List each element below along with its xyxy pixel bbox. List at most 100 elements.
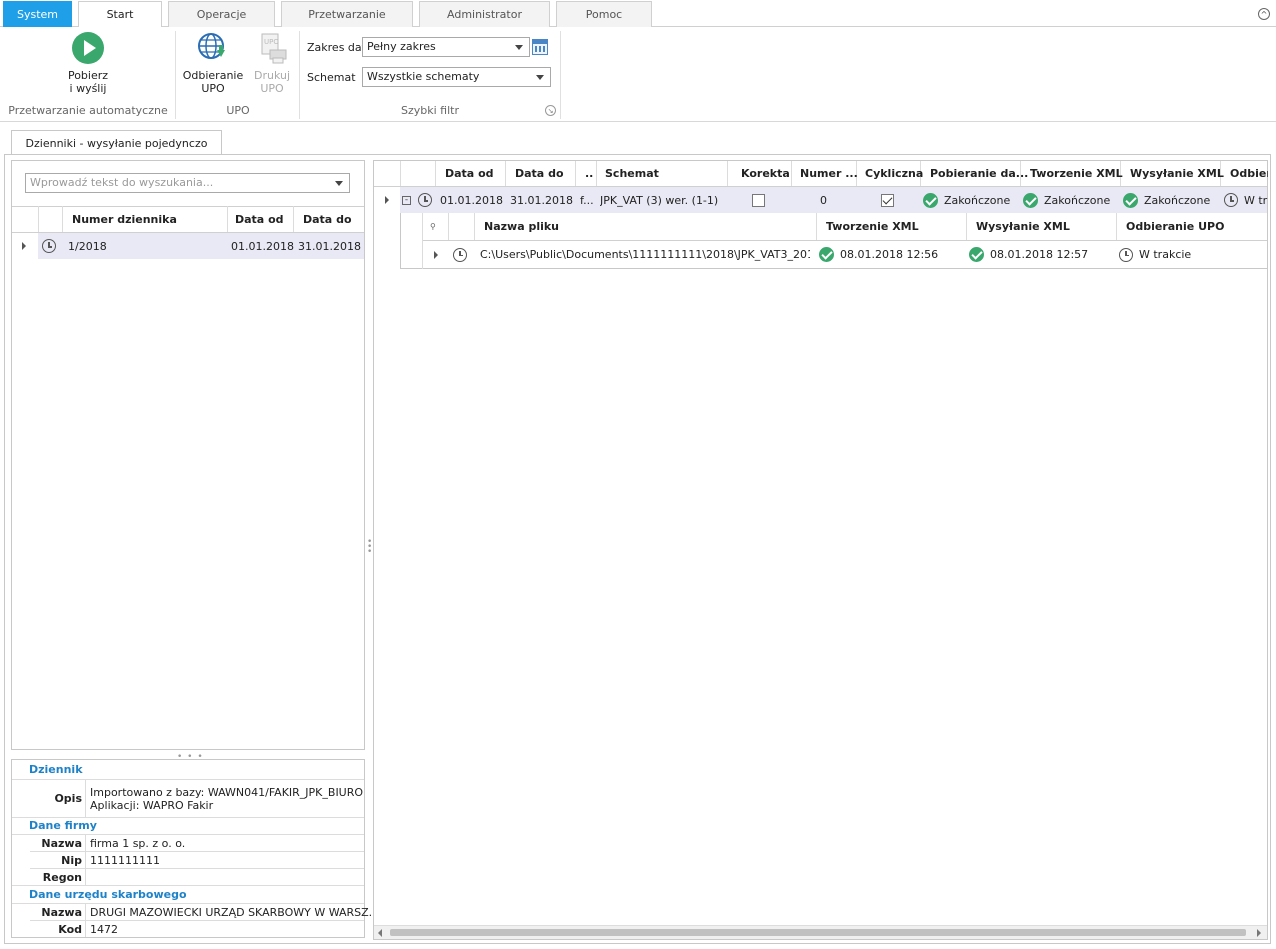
search-input[interactable]: Wprowadź tekst do wyszukania... (25, 173, 350, 193)
header-data-od[interactable]: Data od (235, 206, 284, 232)
odbieranie-label-1: Odbieranie (182, 69, 244, 82)
scroll-left-icon[interactable] (378, 929, 382, 937)
tab-pomoc[interactable]: Pomoc (556, 1, 652, 27)
horizontal-scrollbar[interactable] (374, 925, 1267, 939)
detail-header-tworzenie[interactable]: Tworzenie XML (826, 213, 919, 240)
check-circle-icon (819, 247, 834, 262)
schemat-combo[interactable]: Wszystkie schematy (362, 67, 551, 87)
scrollbar-thumb[interactable] (390, 929, 1246, 936)
header-pobieranie[interactable]: Pobieranie da... (930, 161, 1028, 186)
tab-system[interactable]: System (3, 1, 72, 27)
group-label-przetwarzanie: Przetwarzanie automatyczne (8, 104, 168, 117)
clock-icon (1224, 193, 1238, 207)
header-numer-dziennika[interactable]: Numer dziennika (72, 206, 177, 232)
tab-start[interactable]: Start (78, 1, 162, 28)
pobierz-label-1: Pobierz (67, 69, 109, 82)
korekta-checkbox[interactable] (752, 187, 765, 213)
drukuj-upo-button[interactable]: UPO Drukuj UPO (250, 32, 294, 95)
cykliczna-checkbox[interactable] (881, 187, 894, 213)
expand-detail-row-icon[interactable] (434, 241, 438, 268)
section-dane-firmy: Dane firmy (29, 819, 97, 832)
vertical-splitter-handle[interactable]: • • • (367, 538, 372, 557)
nazwa-label: Nazwa (41, 837, 82, 850)
nip-value: 1111111111 (90, 854, 160, 867)
opis-label: Opis (54, 792, 82, 805)
wysylanie-text: Zakończone (1144, 193, 1211, 207)
header-wysylanie-xml[interactable]: Wysyłanie XML (1130, 161, 1224, 186)
wysylanie-status: Zakończone (1123, 187, 1210, 213)
chevron-down-icon (536, 75, 544, 80)
header-schemat[interactable]: Schemat (605, 161, 659, 186)
zakres-dat-label: Zakres dat (307, 41, 366, 54)
wysylanie-grid (373, 160, 1268, 940)
collapse-detail-icon[interactable]: - (402, 187, 411, 213)
check-circle-icon (1123, 192, 1138, 208)
dialog-launcher-icon[interactable]: ↘ (545, 105, 556, 116)
regon-label: Regon (42, 871, 82, 884)
section-urzad: Dane urzędu skarbowego (29, 888, 187, 901)
clock-icon (453, 241, 467, 268)
chevron-down-icon (515, 45, 523, 50)
document-tab[interactable]: Dzienniki - wysyłanie pojedynczo (11, 130, 222, 155)
header-dots[interactable]: .. (585, 161, 593, 186)
group-label-upo: UPO (226, 104, 250, 117)
schemat-value: Wszystkie schematy (367, 70, 480, 83)
header-data-do[interactable]: Data do (303, 206, 352, 232)
detail-header-nazwa[interactable]: Nazwa pliku (484, 213, 559, 240)
check-circle-icon (923, 192, 938, 208)
header-data-od[interactable]: Data od (445, 161, 494, 186)
kod-value: 1472 (90, 923, 118, 936)
pobierz-i-wyslij-button[interactable]: Pobierz i wyślij (58, 32, 118, 95)
row-numer: 1/2018 (68, 239, 107, 253)
tab-przetwarzanie[interactable]: Przetwarzanie (281, 1, 413, 27)
tab-administrator[interactable]: Administrator (419, 1, 550, 27)
odbieranie-status: W tr (1224, 187, 1268, 213)
odbieranie-upo-button[interactable]: Odbieranie UPO (182, 32, 244, 95)
header-korekta[interactable]: Korekta (741, 161, 790, 186)
detail-header-odbieranie[interactable]: Odbieranie UPO (1126, 213, 1224, 240)
globe-download-icon (197, 32, 229, 64)
opis-line1: Importowano z bazy: WAWN041/FAKIR_JPK_BI… (90, 786, 364, 799)
detail-wysylanie-text: 08.01.2018 12:57 (990, 248, 1089, 261)
row-dots: f... (580, 193, 594, 207)
clock-icon (1119, 247, 1133, 262)
nazwa-value: firma 1 sp. z o. o. (90, 837, 186, 850)
scroll-right-icon[interactable] (1257, 929, 1261, 937)
expand-row-icon[interactable] (22, 233, 26, 259)
header-tworzenie-xml[interactable]: Tworzenie XML (1030, 161, 1123, 186)
detail-nazwa: C:\Users\Public\Documents\1111111111\201… (480, 248, 810, 261)
detail-odbieranie-text: W trakcie (1139, 248, 1192, 261)
group-label-szybki-filtr: Szybki filtr (401, 104, 459, 117)
zakres-dat-value: Pełny zakres (367, 40, 436, 53)
drukuj-label-2: UPO (260, 82, 284, 95)
ribbon: Pobierz i wyślij Odbieranie UPO UPO Druk… (0, 27, 1276, 122)
collapse-ribbon-icon[interactable]: ^ (1258, 8, 1270, 20)
opis-line2: Aplikacji: WAPRO Fakir (90, 799, 214, 812)
svg-text:UPO: UPO (264, 38, 279, 46)
header-odbieranie[interactable]: Odbiera (1230, 161, 1268, 186)
detail-tworzenie: 08.01.2018 12:56 (819, 241, 938, 268)
drukuj-label-1: Drukuj (253, 69, 291, 82)
clock-icon (418, 187, 432, 213)
header-cykliczna[interactable]: Cykliczna (865, 161, 923, 186)
tab-operacje[interactable]: Operacje (168, 1, 275, 27)
expand-row-icon[interactable] (385, 187, 389, 213)
pobieranie-status: Zakończone (923, 187, 1010, 213)
detail-header-wysylanie[interactable]: Wysyłanie XML (976, 213, 1070, 240)
row-data-od: 01.01.2018 (231, 239, 294, 253)
clock-icon (42, 233, 56, 259)
pobieranie-text: Zakończone (944, 193, 1011, 207)
header-numer[interactable]: Numer ... (800, 161, 858, 186)
nip-label: Nip (61, 854, 82, 867)
pobierz-label-2: i wyślij (69, 82, 107, 95)
detail-wysylanie: 08.01.2018 12:57 (969, 241, 1088, 268)
zakres-dat-combo[interactable]: Pełny zakres (362, 37, 530, 57)
search-icon[interactable]: ⚲ (430, 213, 436, 240)
row-data-do: 31.01.2018 (510, 193, 573, 207)
search-placeholder: Wprowadź tekst do wyszukania... (30, 176, 214, 189)
odbieranie-text: W tr (1244, 193, 1268, 207)
kod-label: Kod (58, 923, 82, 936)
calendar-icon[interactable] (532, 39, 548, 55)
header-data-do[interactable]: Data do (515, 161, 564, 186)
print-icon: UPO (256, 32, 288, 64)
